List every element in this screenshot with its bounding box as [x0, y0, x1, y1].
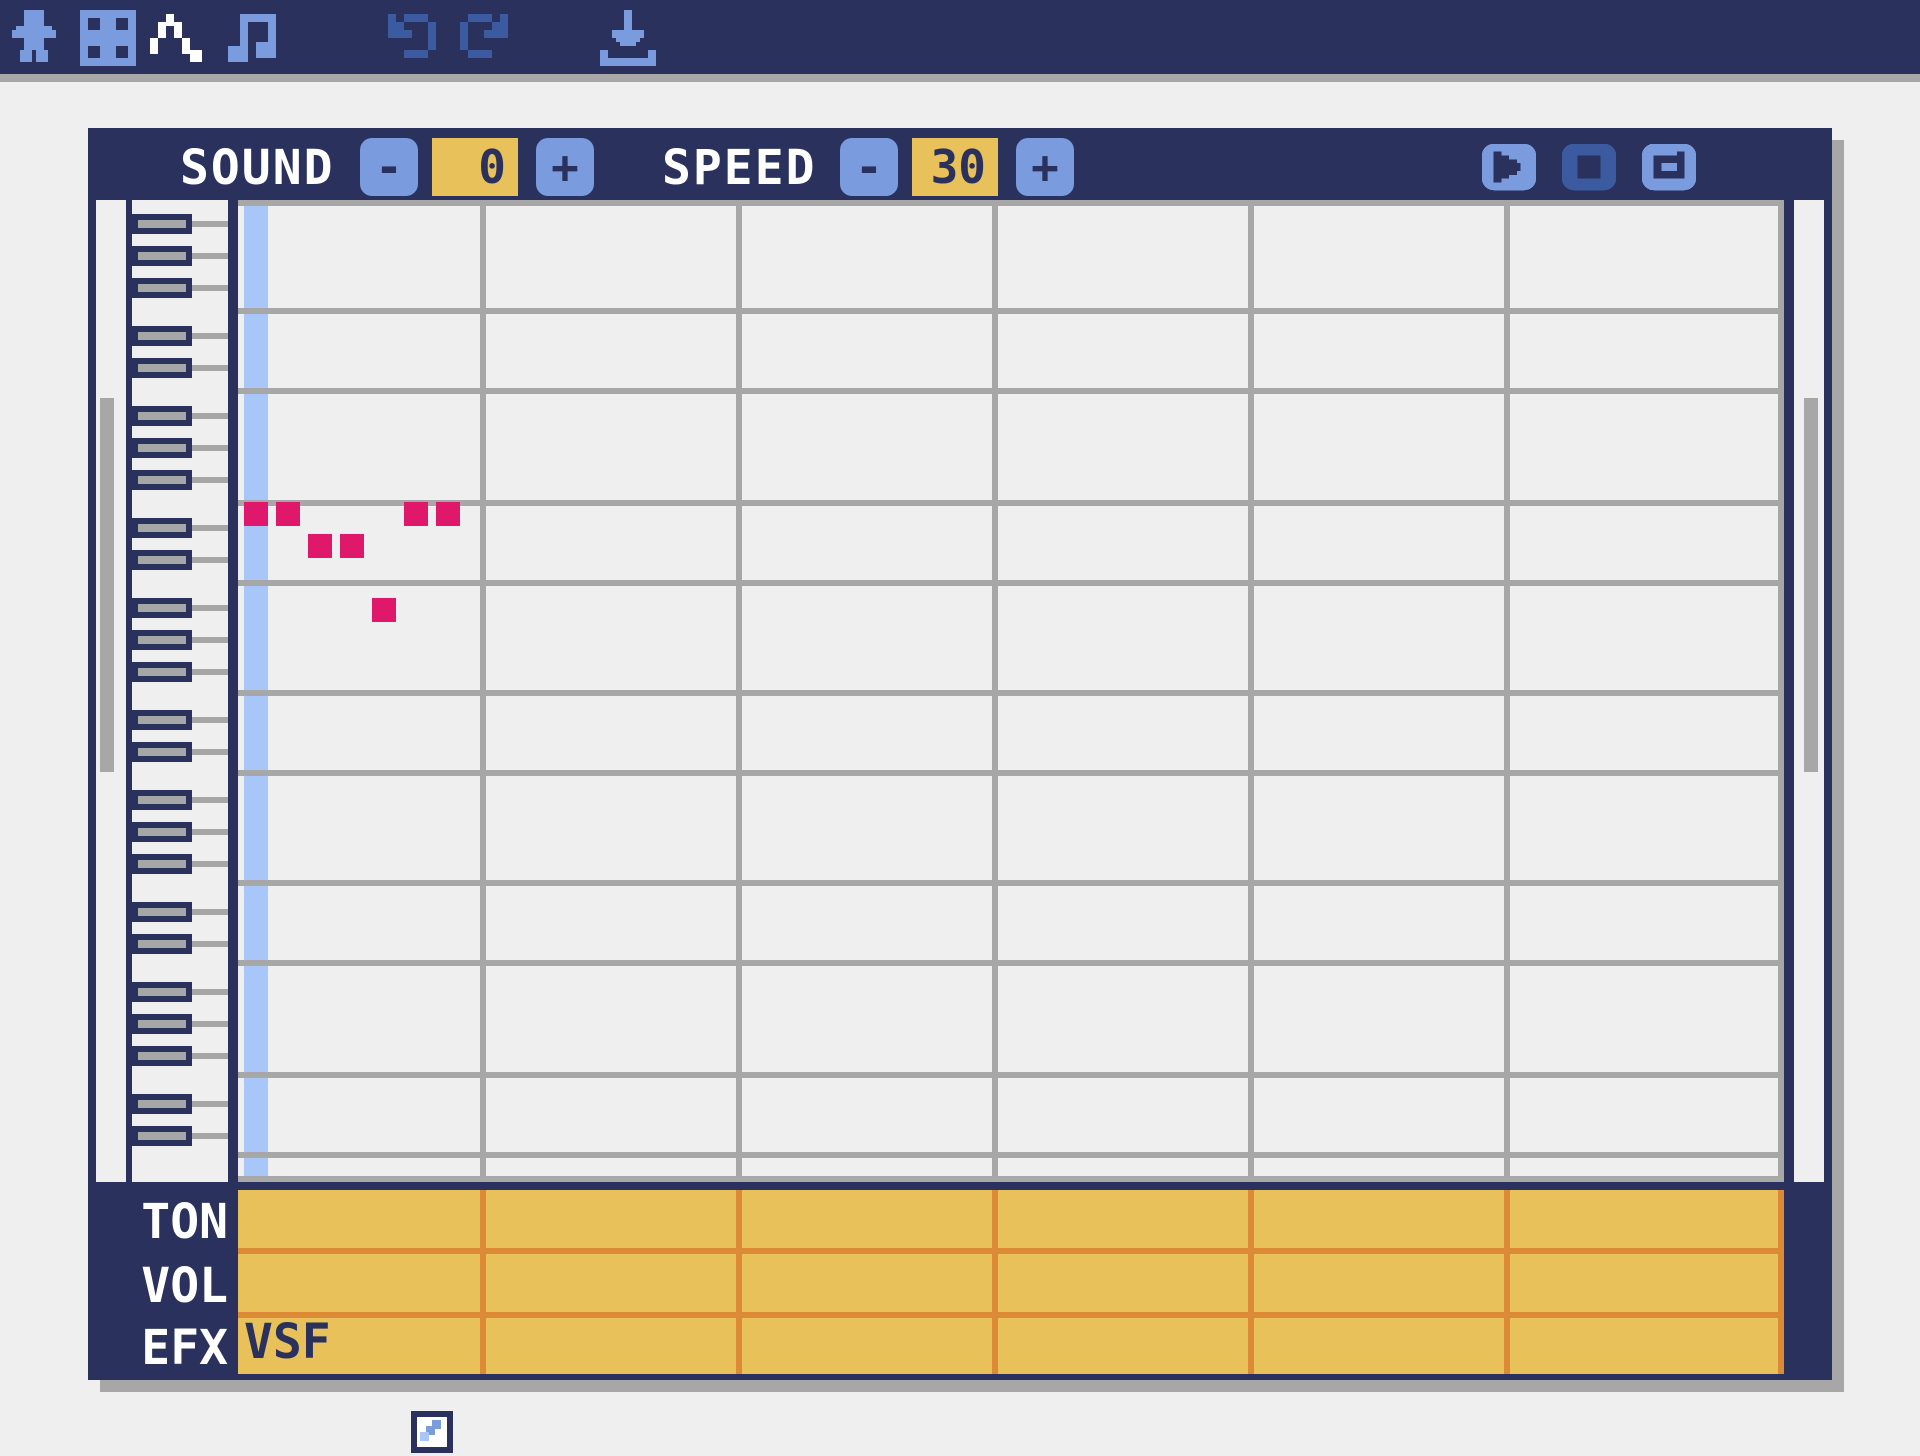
piano-key[interactable]	[132, 630, 228, 650]
grid-icon[interactable]	[76, 6, 140, 70]
effect-row-label: EFX	[141, 1320, 228, 1376]
sound-decrement-button[interactable]: -	[360, 138, 418, 196]
tone-row-label: TON	[141, 1194, 228, 1250]
piano-key[interactable]	[132, 742, 228, 762]
sound-increment-button[interactable]: +	[536, 138, 594, 196]
grid-octave-line	[238, 1176, 1784, 1182]
row-beat-line	[1504, 1190, 1510, 1374]
download-icon[interactable]	[596, 6, 660, 70]
piano-key[interactable]	[132, 1126, 228, 1146]
piano-key[interactable]	[132, 470, 228, 490]
sprite-figure-icon[interactable]	[4, 6, 68, 70]
piano-key[interactable]	[132, 358, 228, 378]
speed-label: SPEED	[662, 140, 817, 196]
note-block[interactable]	[276, 502, 300, 526]
grid-octave-line	[238, 1072, 1784, 1078]
piano-key[interactable]	[132, 1046, 228, 1066]
row-beat-line	[480, 1190, 486, 1374]
note-block[interactable]	[404, 502, 428, 526]
undo-icon[interactable]	[380, 6, 444, 70]
grid-octave-line	[238, 690, 1784, 696]
note-block[interactable]	[340, 534, 364, 558]
speed-decrement-button[interactable]: -	[840, 138, 898, 196]
grid-octave-line	[238, 960, 1784, 966]
grid-octave-line	[238, 308, 1784, 314]
wave-icon[interactable]	[146, 6, 210, 70]
piano-key[interactable]	[132, 518, 228, 538]
piano-key[interactable]	[132, 854, 228, 874]
piano-key[interactable]	[132, 1014, 228, 1034]
note-block[interactable]	[436, 502, 460, 526]
sound-value: 0	[432, 138, 518, 196]
sound-editor-window: SOUND - 0 + SPEED - 30 + TON VOL EFX VSF	[88, 128, 1832, 1380]
grid-octave-line	[238, 580, 1784, 586]
grid-octave-line	[238, 388, 1784, 394]
row-beat-line	[992, 1190, 998, 1374]
piano-key[interactable]	[132, 598, 228, 618]
stop-icon	[1561, 143, 1617, 191]
sound-label: SOUND	[180, 140, 335, 196]
row-beat-line	[1248, 1190, 1254, 1374]
toolbar	[0, 0, 1920, 82]
left-scrollbar[interactable]	[96, 200, 126, 1182]
row-separator	[238, 1312, 1784, 1318]
piano-key[interactable]	[132, 214, 228, 234]
piano-key[interactable]	[132, 406, 228, 426]
note-block[interactable]	[244, 502, 268, 526]
note-grid[interactable]	[238, 200, 1784, 1182]
play-button[interactable]	[1478, 136, 1540, 198]
play-icon	[1481, 143, 1537, 191]
grid-octave-line	[238, 770, 1784, 776]
grid-octave-line	[238, 880, 1784, 886]
piano-key[interactable]	[132, 662, 228, 682]
note-block[interactable]	[372, 598, 396, 622]
piano-key[interactable]	[132, 934, 228, 954]
volume-row-label: VOL	[141, 1258, 228, 1314]
grid-octave-line	[238, 1152, 1784, 1158]
piano-key[interactable]	[132, 246, 228, 266]
row-beat-line	[736, 1190, 742, 1374]
right-scroll-thumb[interactable]	[1804, 398, 1818, 772]
piano-key[interactable]	[132, 550, 228, 570]
pencil-cursor-icon	[408, 1408, 456, 1453]
effect-value: VSF	[244, 1314, 331, 1370]
piano-key[interactable]	[132, 326, 228, 346]
piano-keyboard[interactable]	[132, 200, 228, 1182]
loop-button[interactable]	[1638, 136, 1700, 198]
piano-key[interactable]	[132, 710, 228, 730]
loop-icon	[1641, 143, 1697, 191]
piano-key[interactable]	[132, 1094, 228, 1114]
row-beat-line	[1778, 1190, 1784, 1374]
music-note-icon[interactable]	[220, 6, 284, 70]
piano-key[interactable]	[132, 982, 228, 1002]
piano-key[interactable]	[132, 902, 228, 922]
left-scroll-thumb[interactable]	[100, 398, 114, 772]
parameter-rows[interactable]: VSF	[238, 1190, 1784, 1374]
row-separator	[238, 1248, 1784, 1254]
right-scrollbar[interactable]	[1794, 200, 1824, 1182]
grid-octave-line	[238, 200, 1784, 206]
grid-octave-line	[238, 500, 1784, 506]
note-block[interactable]	[308, 534, 332, 558]
stop-button[interactable]	[1558, 136, 1620, 198]
piano-key[interactable]	[132, 790, 228, 810]
piano-key[interactable]	[132, 278, 228, 298]
redo-icon[interactable]	[452, 6, 516, 70]
speed-increment-button[interactable]: +	[1016, 138, 1074, 196]
speed-value: 30	[912, 138, 998, 196]
piano-key[interactable]	[132, 822, 228, 842]
piano-key[interactable]	[132, 438, 228, 458]
